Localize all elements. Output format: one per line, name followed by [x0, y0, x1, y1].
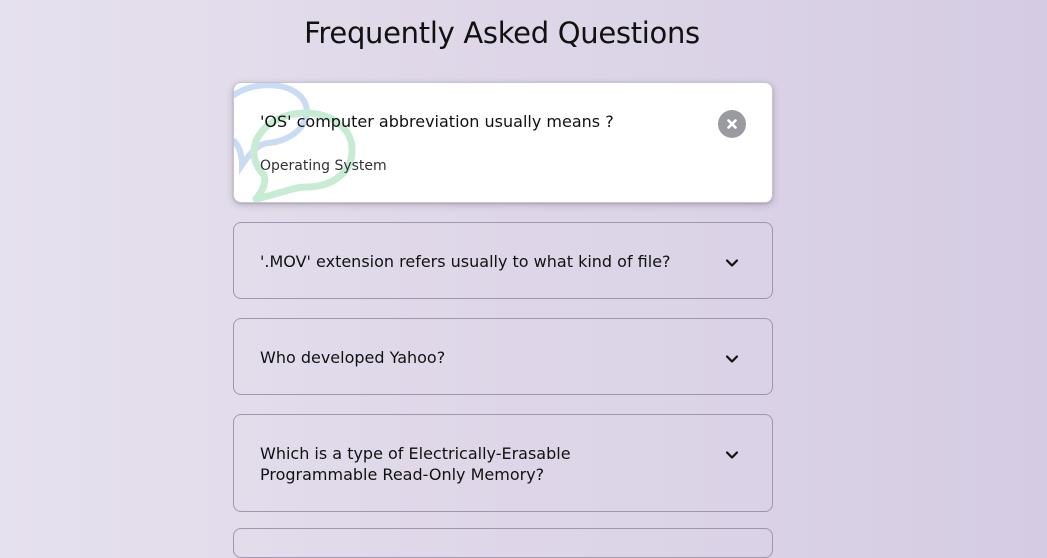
faq-item-mov[interactable]: '.MOV' extension refers usually to what …: [233, 222, 773, 299]
expand-button[interactable]: [718, 441, 746, 469]
faq-item-eeprom[interactable]: Which is a type of Electrically-Erasable…: [233, 414, 773, 512]
faq-question: 'OS' computer abbreviation usually means…: [260, 112, 614, 131]
faq-answer: Operating System: [260, 158, 387, 174]
close-button[interactable]: [718, 110, 746, 138]
faq-question: '.MOV' extension refers usually to what …: [260, 252, 671, 271]
close-icon: [727, 119, 737, 129]
chevron-down-icon: [725, 451, 739, 459]
chevron-down-icon: [725, 259, 739, 267]
chevron-down-icon: [725, 355, 739, 363]
page-title: Frequently Asked Questions: [304, 16, 700, 50]
expand-button[interactable]: [718, 249, 746, 277]
faq-item-os[interactable]: 'OS' computer abbreviation usually means…: [233, 82, 773, 203]
faq-question: Who developed Yahoo?: [260, 348, 446, 367]
chat-bubbles-icon: [234, 83, 356, 202]
faq-list: 'OS' computer abbreviation usually means…: [233, 82, 773, 531]
faq-item-partial[interactable]: [233, 528, 773, 558]
faq-question: Which is a type of Electrically-Erasable…: [260, 444, 571, 484]
faq-item-yahoo[interactable]: Who developed Yahoo?: [233, 318, 773, 395]
expand-button[interactable]: [718, 345, 746, 373]
